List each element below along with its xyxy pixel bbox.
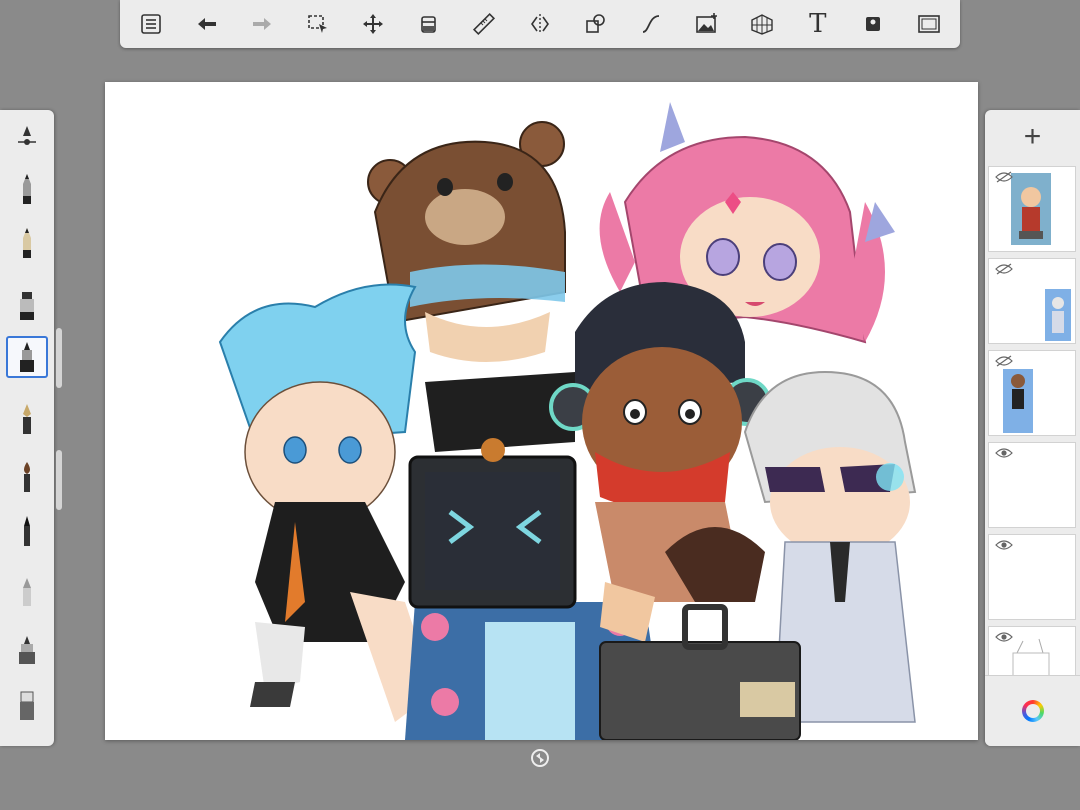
color-wheel-icon xyxy=(1021,700,1044,722)
ruler-icon[interactable] xyxy=(467,7,501,41)
add-layer-button[interactable]: + xyxy=(985,110,1080,164)
drawing-canvas[interactable] xyxy=(105,82,978,740)
canvas-reset-icon[interactable] xyxy=(530,748,550,768)
curve-icon[interactable] xyxy=(634,7,668,41)
color-picker-button[interactable] xyxy=(985,675,1080,746)
redo-icon[interactable] xyxy=(245,7,279,41)
paint-brush-icon[interactable] xyxy=(6,456,48,498)
add-image-icon[interactable] xyxy=(690,7,724,41)
stencil-icon[interactable] xyxy=(856,7,890,41)
visibility-hidden-icon[interactable] xyxy=(995,171,1013,183)
visibility-hidden-icon[interactable] xyxy=(995,355,1013,367)
layer-4[interactable] xyxy=(988,442,1076,528)
top-toolbar: T xyxy=(120,0,960,48)
brush-size-handle[interactable] xyxy=(56,450,62,510)
character-illustration xyxy=(218,102,917,740)
headphone-character xyxy=(549,282,771,642)
eraser-brush-icon[interactable] xyxy=(6,684,48,726)
visibility-visible-icon[interactable] xyxy=(995,631,1013,643)
brush-scroll-handle[interactable] xyxy=(56,328,62,388)
marker-brush-icon[interactable] xyxy=(6,284,48,326)
brush-settings-icon[interactable] xyxy=(6,116,48,158)
undo-icon[interactable] xyxy=(190,7,224,41)
layer-3[interactable] xyxy=(988,350,1076,436)
pencil-brush-icon[interactable] xyxy=(6,168,48,210)
inking-pen-icon[interactable] xyxy=(6,336,48,378)
calligraphy-brush-icon[interactable] xyxy=(6,510,48,552)
layers-panel: + xyxy=(985,110,1080,746)
visibility-hidden-icon[interactable] xyxy=(995,263,1013,275)
layer-5[interactable] xyxy=(988,534,1076,620)
transform-move-icon[interactable] xyxy=(356,7,390,41)
shapes-icon[interactable] xyxy=(579,7,613,41)
selection-icon[interactable] xyxy=(301,7,335,41)
visibility-visible-icon[interactable] xyxy=(995,447,1013,459)
layer-2[interactable] xyxy=(988,258,1076,344)
menu-list-icon[interactable] xyxy=(134,7,168,41)
layer-1[interactable] xyxy=(988,166,1076,252)
fountain-pen-icon[interactable] xyxy=(6,398,48,440)
symmetry-icon[interactable] xyxy=(523,7,557,41)
graphite-pencil-icon[interactable] xyxy=(6,222,48,264)
visibility-visible-icon[interactable] xyxy=(995,539,1013,551)
fill-pen-icon[interactable] xyxy=(6,628,48,670)
fullscreen-icon[interactable] xyxy=(912,7,946,41)
text-tool-icon[interactable]: T xyxy=(801,7,835,41)
fill-bucket-icon[interactable] xyxy=(412,7,446,41)
airbrush-icon[interactable] xyxy=(6,570,48,612)
brush-palette xyxy=(0,110,62,746)
perspective-grid-icon[interactable] xyxy=(745,7,779,41)
